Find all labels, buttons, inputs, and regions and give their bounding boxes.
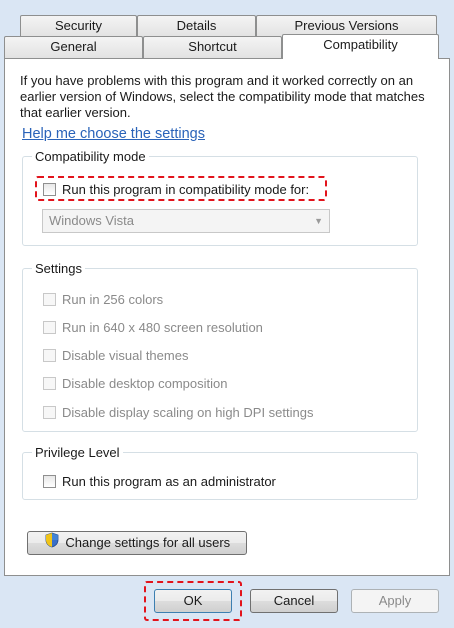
cancel-button[interactable]: Cancel bbox=[250, 589, 338, 613]
settings-item-label: Disable display scaling on high DPI sett… bbox=[62, 405, 314, 420]
compat-mode-title: Compatibility mode bbox=[32, 149, 149, 165]
tab-shortcut[interactable]: Shortcut bbox=[143, 36, 282, 58]
settings-item-dpi-scaling[interactable]: Disable display scaling on high DPI sett… bbox=[43, 405, 313, 420]
description-text: If you have problems with this program a… bbox=[20, 73, 425, 120]
tab-compatibility[interactable]: Compatibility bbox=[282, 34, 439, 59]
change-settings-label: Change settings for all users bbox=[65, 535, 231, 550]
help-link[interactable]: Help me choose the settings bbox=[22, 126, 205, 142]
settings-item-640x480[interactable]: Run in 640 x 480 screen resolution bbox=[43, 320, 263, 335]
compat-mode-label: Run this program in compatibility mode f… bbox=[62, 182, 310, 197]
settings-item-label: Disable desktop composition bbox=[62, 376, 228, 391]
settings-checkbox[interactable] bbox=[43, 321, 56, 334]
compat-mode-row[interactable]: Run this program in compatibility mode f… bbox=[43, 182, 309, 197]
chevron-down-icon: ▼ bbox=[314, 216, 323, 226]
settings-checkbox[interactable] bbox=[43, 293, 56, 306]
settings-item-label: Disable visual themes bbox=[62, 348, 189, 363]
settings-checkbox[interactable] bbox=[43, 349, 56, 362]
privilege-title: Privilege Level bbox=[32, 445, 123, 461]
os-select-value: Windows Vista bbox=[49, 213, 135, 228]
settings-item-visual-themes[interactable]: Disable visual themes bbox=[43, 348, 188, 363]
tab-general[interactable]: General bbox=[4, 36, 143, 58]
settings-item-256-colors[interactable]: Run in 256 colors bbox=[43, 292, 163, 307]
run-as-admin-row[interactable]: Run this program as an administrator bbox=[43, 474, 276, 489]
shield-icon bbox=[44, 532, 60, 555]
ok-button[interactable]: OK bbox=[154, 589, 232, 613]
compat-mode-checkbox[interactable] bbox=[43, 183, 56, 196]
settings-item-desktop-composition[interactable]: Disable desktop composition bbox=[43, 376, 227, 391]
settings-checkbox[interactable] bbox=[43, 377, 56, 390]
change-settings-button[interactable]: Change settings for all users bbox=[27, 531, 247, 555]
run-as-admin-checkbox[interactable] bbox=[43, 475, 56, 488]
tab-details[interactable]: Details bbox=[137, 15, 256, 37]
settings-checkbox[interactable] bbox=[43, 406, 56, 419]
settings-title: Settings bbox=[32, 261, 85, 277]
run-as-admin-label: Run this program as an administrator bbox=[62, 474, 276, 489]
settings-item-label: Run in 640 x 480 screen resolution bbox=[62, 320, 263, 335]
tab-security[interactable]: Security bbox=[20, 15, 137, 37]
settings-item-label: Run in 256 colors bbox=[62, 292, 164, 307]
os-select[interactable]: Windows Vista ▼ bbox=[42, 209, 330, 233]
apply-button[interactable]: Apply bbox=[351, 589, 439, 613]
